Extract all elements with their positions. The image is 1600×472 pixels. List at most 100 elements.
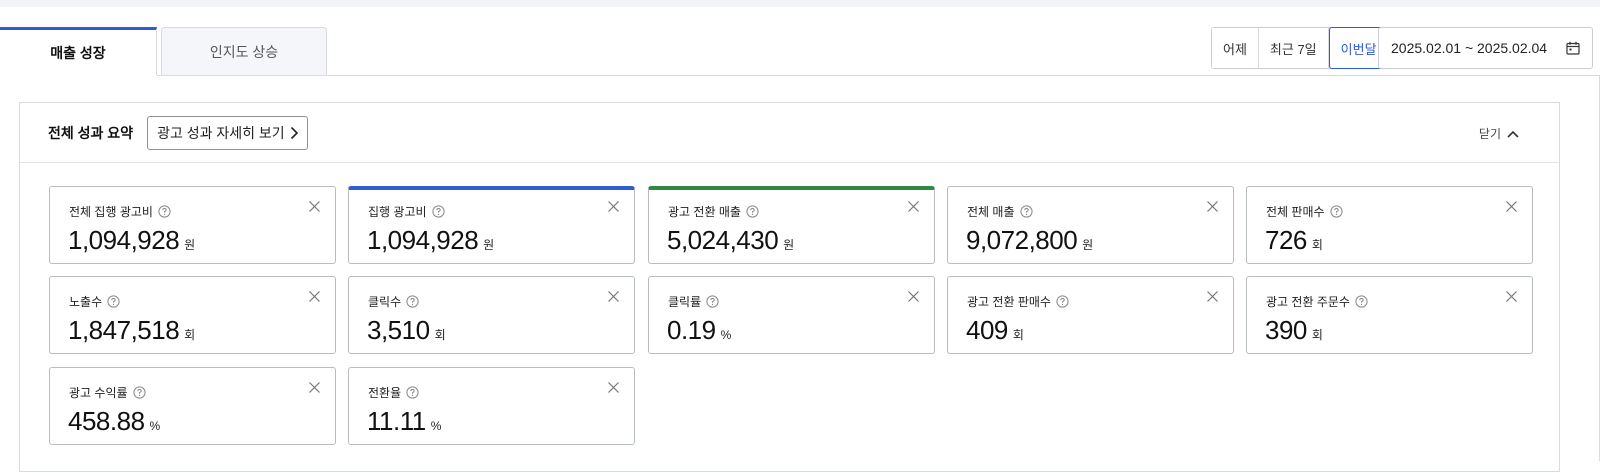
metric-number: 3,510 bbox=[367, 315, 430, 345]
metric-label: 광고 전환 주문수 bbox=[1266, 293, 1368, 310]
top-strip bbox=[0, 0, 1600, 7]
tab-awareness-increase[interactable]: 인지도 상승 bbox=[161, 27, 327, 75]
metric-unit: 회 bbox=[434, 328, 446, 342]
chevron-right-icon bbox=[290, 126, 298, 139]
close-icon[interactable] bbox=[907, 200, 920, 213]
help-icon[interactable] bbox=[1056, 295, 1069, 308]
close-icon[interactable] bbox=[1505, 290, 1518, 303]
detail-button-label: 광고 성과 자세히 보기 bbox=[157, 124, 285, 141]
metric-label-text: 광고 전환 주문수 bbox=[1266, 295, 1350, 309]
close-icon[interactable] bbox=[308, 381, 321, 394]
metric-unit: % bbox=[149, 419, 161, 433]
metric-value: 1,094,928 원 bbox=[367, 225, 494, 256]
metric-label: 광고 전환 매출 bbox=[668, 203, 759, 220]
metric-number: 1,094,928 bbox=[68, 225, 180, 255]
close-icon[interactable] bbox=[607, 381, 620, 394]
close-icon[interactable] bbox=[1505, 200, 1518, 213]
preset-yesterday-button[interactable]: 어제 bbox=[1212, 28, 1259, 68]
metric-card: 광고 전환 주문수 390 회 bbox=[1246, 276, 1533, 354]
metric-label: 전체 판매수 bbox=[1266, 203, 1343, 220]
help-icon[interactable] bbox=[1355, 295, 1368, 308]
ad-performance-detail-button[interactable]: 광고 성과 자세히 보기 bbox=[147, 115, 308, 150]
help-icon[interactable] bbox=[158, 205, 171, 218]
metric-label-text: 광고 수익률 bbox=[69, 386, 128, 400]
metric-label: 전환율 bbox=[368, 384, 419, 401]
metric-card: 전체 집행 광고비 1,094,928 원 bbox=[49, 186, 336, 264]
metric-value: 390 회 bbox=[1265, 315, 1323, 346]
close-icon[interactable] bbox=[607, 200, 620, 213]
collapse-toggle[interactable]: 닫기 bbox=[1479, 125, 1519, 142]
help-icon[interactable] bbox=[1019, 205, 1033, 218]
help-icon[interactable] bbox=[746, 205, 759, 218]
metric-value: 1,094,928 원 bbox=[68, 225, 195, 256]
metric-unit: 회 bbox=[1311, 238, 1323, 252]
metric-number: 11.11 bbox=[367, 406, 426, 436]
metric-value: 409 회 bbox=[966, 315, 1024, 346]
help-icon[interactable] bbox=[107, 295, 120, 308]
close-icon[interactable] bbox=[607, 290, 620, 303]
metric-label-text: 광고 전환 매출 bbox=[668, 205, 741, 219]
metric-unit: 회 bbox=[184, 328, 196, 342]
metric-value: 1,847,518 회 bbox=[68, 315, 195, 346]
close-icon[interactable] bbox=[308, 290, 321, 303]
metric-card: 노출수 1,847,518 회 bbox=[49, 276, 336, 354]
help-icon[interactable] bbox=[1329, 205, 1343, 218]
metric-number: 390 bbox=[1265, 315, 1307, 345]
metric-label-text: 클릭률 bbox=[668, 295, 702, 309]
metric-number: 726 bbox=[1265, 225, 1307, 255]
collapse-label: 닫기 bbox=[1478, 127, 1501, 141]
metric-label-text: 전체 매출 bbox=[967, 205, 1015, 219]
metric-number: 5,024,430 bbox=[667, 225, 779, 255]
metric-label: 전체 집행 광고비 bbox=[69, 203, 171, 220]
metric-card: 전체 판매수 726 회 bbox=[1246, 186, 1533, 264]
metric-card: 광고 수익률 458.88% bbox=[49, 367, 336, 445]
metric-label: 집행 광고비 bbox=[368, 203, 445, 220]
metric-unit: 원 bbox=[1082, 238, 1094, 252]
metric-unit: 회 bbox=[1311, 328, 1323, 342]
metric-value: 726 회 bbox=[1265, 225, 1323, 256]
help-icon[interactable] bbox=[406, 386, 419, 399]
metric-label-text: 전환율 bbox=[368, 386, 402, 400]
help-icon[interactable] bbox=[431, 205, 445, 218]
metric-label: 클릭률 bbox=[668, 293, 719, 310]
metric-label-text: 집행 광고비 bbox=[368, 205, 427, 219]
metric-label-text: 전체 집행 광고비 bbox=[69, 205, 153, 219]
help-icon[interactable] bbox=[132, 386, 146, 399]
metric-label: 클릭수 bbox=[368, 293, 419, 310]
metric-number: 0.19 bbox=[667, 315, 716, 345]
metric-card: 집행 광고비 1,094,928 원 bbox=[348, 186, 635, 264]
metric-number: 458.88 bbox=[68, 406, 145, 436]
metric-label-text: 클릭수 bbox=[368, 295, 402, 309]
preset-last-7-days-button[interactable]: 최근 7일 bbox=[1258, 28, 1329, 68]
metric-value: 11.11% bbox=[367, 406, 441, 437]
panel-header: 전체 성과 요약 광고 성과 자세히 보기 닫기 bbox=[20, 103, 1559, 163]
metric-card: 전체 매출 9,072,800 원 bbox=[947, 186, 1234, 264]
date-range-text: 2025.02.01 ~ 2025.02.04 bbox=[1391, 40, 1548, 56]
close-icon[interactable] bbox=[1206, 290, 1219, 303]
close-icon[interactable] bbox=[308, 200, 321, 213]
tab-content-border bbox=[157, 75, 1600, 76]
close-icon[interactable] bbox=[1206, 200, 1219, 213]
metric-label: 노출수 bbox=[69, 293, 120, 310]
date-range-picker[interactable]: 2025.02.01 ~ 2025.02.04 bbox=[1378, 27, 1593, 69]
metric-value: 458.88% bbox=[68, 406, 160, 437]
metric-number: 9,072,800 bbox=[966, 225, 1078, 255]
metric-label-text: 전체 판매수 bbox=[1266, 205, 1325, 219]
calendar-icon bbox=[1566, 41, 1580, 55]
metric-number: 409 bbox=[966, 315, 1008, 345]
metric-unit: % bbox=[720, 328, 732, 342]
metric-value: 3,510 회 bbox=[367, 315, 446, 346]
metric-unit: 원 bbox=[783, 238, 795, 252]
chevron-up-icon bbox=[1507, 130, 1519, 138]
date-preset-group: 어제 최근 7일 이번달 bbox=[1211, 27, 1389, 69]
tab-sales-growth[interactable]: 매출 성장 bbox=[0, 27, 157, 75]
close-icon[interactable] bbox=[907, 290, 920, 303]
metric-label-text: 노출수 bbox=[69, 295, 103, 309]
metric-label-text: 광고 전환 판매수 bbox=[967, 295, 1051, 309]
metric-card: 클릭률 0.19% bbox=[648, 276, 935, 354]
metric-label: 광고 수익률 bbox=[69, 384, 146, 401]
metric-label: 광고 전환 판매수 bbox=[967, 293, 1069, 310]
help-icon[interactable] bbox=[706, 295, 719, 308]
help-icon[interactable] bbox=[406, 295, 419, 308]
metric-number: 1,094,928 bbox=[367, 225, 479, 255]
